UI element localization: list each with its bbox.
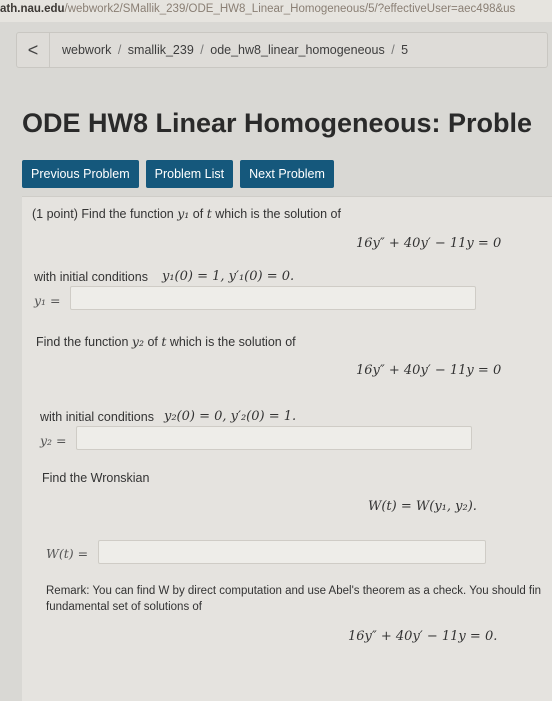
part2-prompt: Find the function y₂ of t which is the s… <box>36 334 296 349</box>
url-bar[interactable]: ath.nau.edu/webwork2/SMallik_239/ODE_HW8… <box>0 0 552 22</box>
initial-conditions-2-label: with initial conditions <box>40 410 154 424</box>
answer-2-label: y₂ = <box>40 433 67 448</box>
breadcrumb-item-webwork[interactable]: webwork <box>62 43 111 57</box>
prompt-text: of <box>189 207 207 221</box>
breadcrumb: < webwork / smallik_239 / ode_hw8_linear… <box>16 32 548 68</box>
prompt-text: (1 point) Find the function <box>32 207 178 221</box>
remark-line-1: Remark: You can find W by direct computa… <box>46 585 542 597</box>
breadcrumb-path: webwork / smallik_239 / ode_hw8_linear_h… <box>50 43 408 57</box>
initial-conditions-1-label: with initial conditions <box>34 270 148 284</box>
var-y2: y₂ <box>131 334 144 349</box>
answer-1-label: y₁ = <box>34 293 61 308</box>
page-title: ODE HW8 Linear Homogeneous: Proble <box>22 108 533 138</box>
equation-2: 16y″ + 40y′ − 11y = 0 <box>356 363 502 378</box>
initial-conditions-2: y₂(0) = 0, y′₂(0) = 1. <box>164 409 297 424</box>
answer-3-label: W(t) = <box>46 546 89 561</box>
breadcrumb-item-problem: 5 <box>401 43 409 57</box>
url-host: ath.nau.edu <box>0 3 65 15</box>
prompt-text: Find the function <box>36 335 132 349</box>
remark-line-2: fundamental set of solutions of <box>46 601 202 613</box>
var-y1: y₁ <box>177 206 190 221</box>
back-button[interactable]: < <box>17 33 50 67</box>
problem-nav: Previous Problem Problem List Next Probl… <box>22 160 334 188</box>
breadcrumb-item-set[interactable]: ode_hw8_linear_homogeneous <box>210 43 384 57</box>
answer-y1-input[interactable] <box>70 286 476 310</box>
equation-1: 16y″ + 40y′ − 11y = 0 <box>356 236 502 251</box>
wronskian-definition: W(t) = W(y₁, y₂). <box>368 499 477 514</box>
prompt-text: which is the solution of <box>211 207 341 221</box>
breadcrumb-separator: / <box>200 43 204 57</box>
breadcrumb-separator: / <box>117 43 122 57</box>
answer-wronskian-input[interactable] <box>98 540 486 564</box>
answer-y2-input[interactable] <box>76 426 472 450</box>
prompt-text: of <box>143 335 162 349</box>
problem-list-button[interactable]: Problem List <box>145 160 234 188</box>
equation-3: 16y″ + 40y′ − 11y = 0. <box>348 629 498 644</box>
wronskian-prompt: Find the Wronskian <box>42 471 150 485</box>
breadcrumb-separator: / <box>391 43 395 57</box>
url-path: /webwork2/SMallik_239/ODE_HW8_Linear_Hom… <box>64 3 516 15</box>
previous-problem-button[interactable]: Previous Problem <box>22 160 139 188</box>
initial-conditions-1: y₁(0) = 1, y′₁(0) = 0. <box>162 269 295 284</box>
prompt-text: which is the solution of <box>166 335 296 349</box>
next-problem-button[interactable]: Next Problem <box>240 160 334 188</box>
part1-prompt: (1 point) Find the function y₁ of t whic… <box>32 206 341 221</box>
breadcrumb-item-course[interactable]: smallik_239 <box>128 43 194 57</box>
problem-body: (1 point) Find the function y₁ of t whic… <box>22 196 552 701</box>
